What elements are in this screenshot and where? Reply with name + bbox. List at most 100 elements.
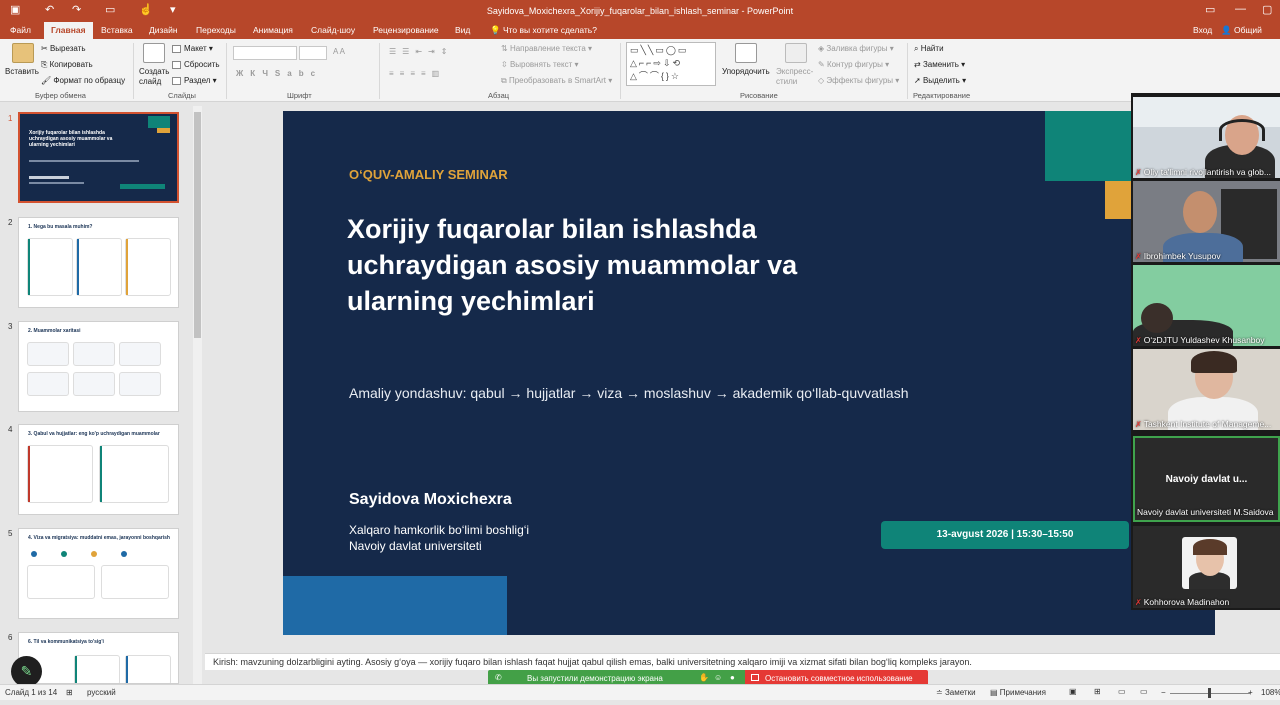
shape-effects-button[interactable]: ◇ Эффекты фигуры ▾ (818, 76, 899, 85)
slide-title[interactable]: Xorijiy fuqarolar bilan ishlashda uchray… (347, 211, 907, 319)
shapes-gallery[interactable]: ▭╲╲▭◯▭ △⌐⌐⇨⇩⟲ △⌒⌒{}☆ (626, 42, 716, 86)
copy-button[interactable]: ⎘ Копировать (41, 60, 93, 70)
font-size-input[interactable] (299, 46, 327, 60)
slide-thumbnail-3[interactable]: 2. Muammolar xaritasi (18, 321, 179, 412)
zoom-level[interactable]: 108% (1261, 688, 1280, 697)
normal-view-icon[interactable]: ▣ (1069, 687, 1077, 696)
format-painter-button[interactable]: 🖌 Формат по образцу (41, 76, 125, 85)
new-slide-button[interactable]: Создать слайд (139, 67, 173, 87)
reset-button[interactable]: Сбросить (172, 60, 220, 69)
spellcheck-icon[interactable]: ⊞ (66, 688, 73, 697)
tab-file[interactable]: Файл (10, 25, 31, 35)
zoom-in-button[interactable]: + (1248, 688, 1253, 697)
align-text-button[interactable]: ⇳ Выровнять текст ▾ (501, 60, 579, 69)
select-button[interactable]: ➚ Выделить ▾ (914, 76, 966, 85)
slide-canvas[interactable]: O‘QUV-AMALIY SEMINAR Xorijiy fuqarolar b… (283, 111, 1215, 635)
slide-kicker[interactable]: O‘QUV-AMALIY SEMINAR (349, 167, 508, 182)
language-indicator[interactable]: русский (87, 688, 116, 697)
font-group-label: Шрифт (287, 91, 312, 100)
brush-icon: 🖌 (41, 76, 54, 85)
participant-name: Navoiy davlat universiteti M.Saidova (1137, 507, 1274, 517)
replace-button[interactable]: ⇄ Заменить ▾ (914, 60, 965, 69)
arrange-button[interactable]: Упорядочить (722, 67, 770, 76)
tab-home[interactable]: Главная (44, 22, 93, 39)
paste-icon[interactable] (12, 43, 34, 63)
section-dropdown[interactable]: Раздел ▾ (172, 76, 217, 85)
notes-toggle[interactable]: ≐ Заметки (936, 688, 976, 697)
participant-name: ✗ Ibrohimbek Yusupov (1135, 251, 1221, 261)
thumb-dot (121, 551, 127, 557)
slide-thumbnail-1[interactable]: Xorijiy fuqarolar bilan ishlashda uchray… (18, 112, 179, 203)
slide-affiliation-role[interactable]: Xalqaro hamkorlik bo‘limi boshlig‘i (349, 523, 529, 537)
quick-styles-icon[interactable] (785, 43, 807, 63)
maximize-button[interactable]: ▢ (1262, 3, 1272, 16)
slide-date-badge[interactable]: 13-avgust 2026 | 15:30–15:50 (881, 521, 1129, 549)
font-format-buttons[interactable]: ЖКЧSabc (236, 69, 322, 78)
participant-tile[interactable]: ✗ Oliy ta'limni rivojlantirish va glob... (1133, 97, 1280, 178)
tab-animations[interactable]: Анимация (253, 25, 293, 35)
participant-tile[interactable]: ✗ Kohhorova Madinahon (1133, 526, 1280, 608)
font-name-input[interactable] (233, 46, 297, 60)
slide-author[interactable]: Sayidova Moxichexra (349, 491, 512, 509)
hand-icon[interactable]: ✋ (699, 673, 709, 682)
thumb-card (119, 342, 161, 366)
pen-tool-button[interactable]: ✎ (11, 656, 42, 687)
arrange-icon[interactable] (735, 43, 757, 63)
sign-in-link[interactable]: Вход (1193, 25, 1212, 35)
slide-thumbnail-2[interactable]: 1. Nega bu masala muhim? (18, 217, 179, 308)
clipboard-group-label: Буфер обмена (35, 91, 86, 100)
slide-affiliation-org[interactable]: Navoiy davlat universiteti (349, 539, 482, 553)
new-slide-icon[interactable] (143, 43, 165, 63)
tab-view[interactable]: Вид (455, 25, 470, 35)
list-buttons[interactable]: ☰☰⇤⇥⇕ (389, 47, 453, 56)
blue-decor-block (283, 576, 507, 635)
ribbon-options-icon[interactable]: ▭ (1205, 3, 1215, 16)
cut-button[interactable]: ✂ Вырезать (41, 44, 86, 53)
slideshow-view-icon[interactable]: ▭ (1140, 687, 1148, 696)
quick-styles-button[interactable]: Экспресс-стили (776, 67, 814, 87)
tab-insert[interactable]: Вставка (101, 25, 133, 35)
font-size-buttons[interactable]: A A (333, 47, 345, 56)
tell-me-search[interactable]: 💡 Что вы хотите сделать? (490, 25, 597, 36)
text-direction-button[interactable]: ⇅ Направление текста ▾ (501, 44, 592, 53)
replace-icon: ⇄ (914, 60, 923, 69)
speaker-notes[interactable]: Kirish: mavzuning dolzarbligini ayting. … (205, 653, 1280, 670)
thumb-card-bar (126, 239, 128, 295)
tab-review[interactable]: Рецензирование (373, 25, 439, 35)
stop-share-icon (751, 674, 759, 681)
find-button[interactable]: ⌕ Найти (914, 44, 944, 54)
participant-tile[interactable]: ✗ Ibrohimbek Yusupov (1133, 181, 1280, 262)
tab-design[interactable]: Дизайн (149, 25, 178, 35)
paste-button[interactable]: Вставить (5, 67, 39, 76)
smartart-button[interactable]: ⧉ Преобразовать в SmartArt ▾ (501, 76, 612, 86)
notes-icon: ≐ (936, 688, 945, 697)
thumb-card (73, 342, 115, 366)
thumb-decor (148, 116, 170, 128)
thumbnails-scrollbar-thumb[interactable] (194, 112, 201, 338)
tab-slideshow[interactable]: Слайд-шоу (311, 25, 355, 35)
thumb-card (27, 445, 93, 503)
align-buttons[interactable]: ≡≡≡≡▥ (389, 69, 445, 78)
slide-thumbnail-6[interactable]: 6. Til va kommunikatsiya to'sig'i (18, 632, 179, 684)
divider (907, 43, 908, 99)
participant-tile-active-speaker[interactable]: Navoiy davlat u... Navoiy davlat univers… (1133, 436, 1280, 522)
minimize-button[interactable]: — (1235, 3, 1246, 15)
thumb-card (125, 655, 171, 683)
zoom-slider-handle[interactable] (1208, 688, 1211, 698)
comments-toggle[interactable]: ▤ Примечания (990, 688, 1046, 697)
slide-sorter-icon[interactable]: ⊞ (1094, 687, 1101, 696)
emoji-icon[interactable]: ☺ (714, 673, 722, 682)
thumb-card (27, 342, 69, 366)
slide-thumbnail-5[interactable]: 4. Viza va migratsiya: muddatni emas, ja… (18, 528, 179, 619)
slide-subtitle[interactable]: Amaliy yondashuv: qabul → hujjatlar → vi… (349, 385, 908, 401)
reading-view-icon[interactable]: ▭ (1118, 687, 1126, 696)
layout-dropdown[interactable]: Макет ▾ (172, 44, 213, 53)
shape-outline-button[interactable]: ✎ Контур фигуры ▾ (818, 60, 889, 69)
participant-tile[interactable]: ✗ O‘zDJTU Yuldashev Khusanboy (1133, 265, 1280, 346)
tab-transitions[interactable]: Переходы (196, 25, 236, 35)
shape-fill-button[interactable]: ◈ Заливка фигуры ▾ (818, 44, 894, 53)
zoom-out-button[interactable]: − (1161, 688, 1166, 697)
slide-thumbnail-4[interactable]: 3. Qabul va hujjatlar: eng ko'p uchraydi… (18, 424, 179, 515)
thumbnail-number: 4 (8, 425, 13, 434)
participant-tile[interactable]: ✗ Tashkent Institute of Manageme... (1133, 349, 1280, 430)
